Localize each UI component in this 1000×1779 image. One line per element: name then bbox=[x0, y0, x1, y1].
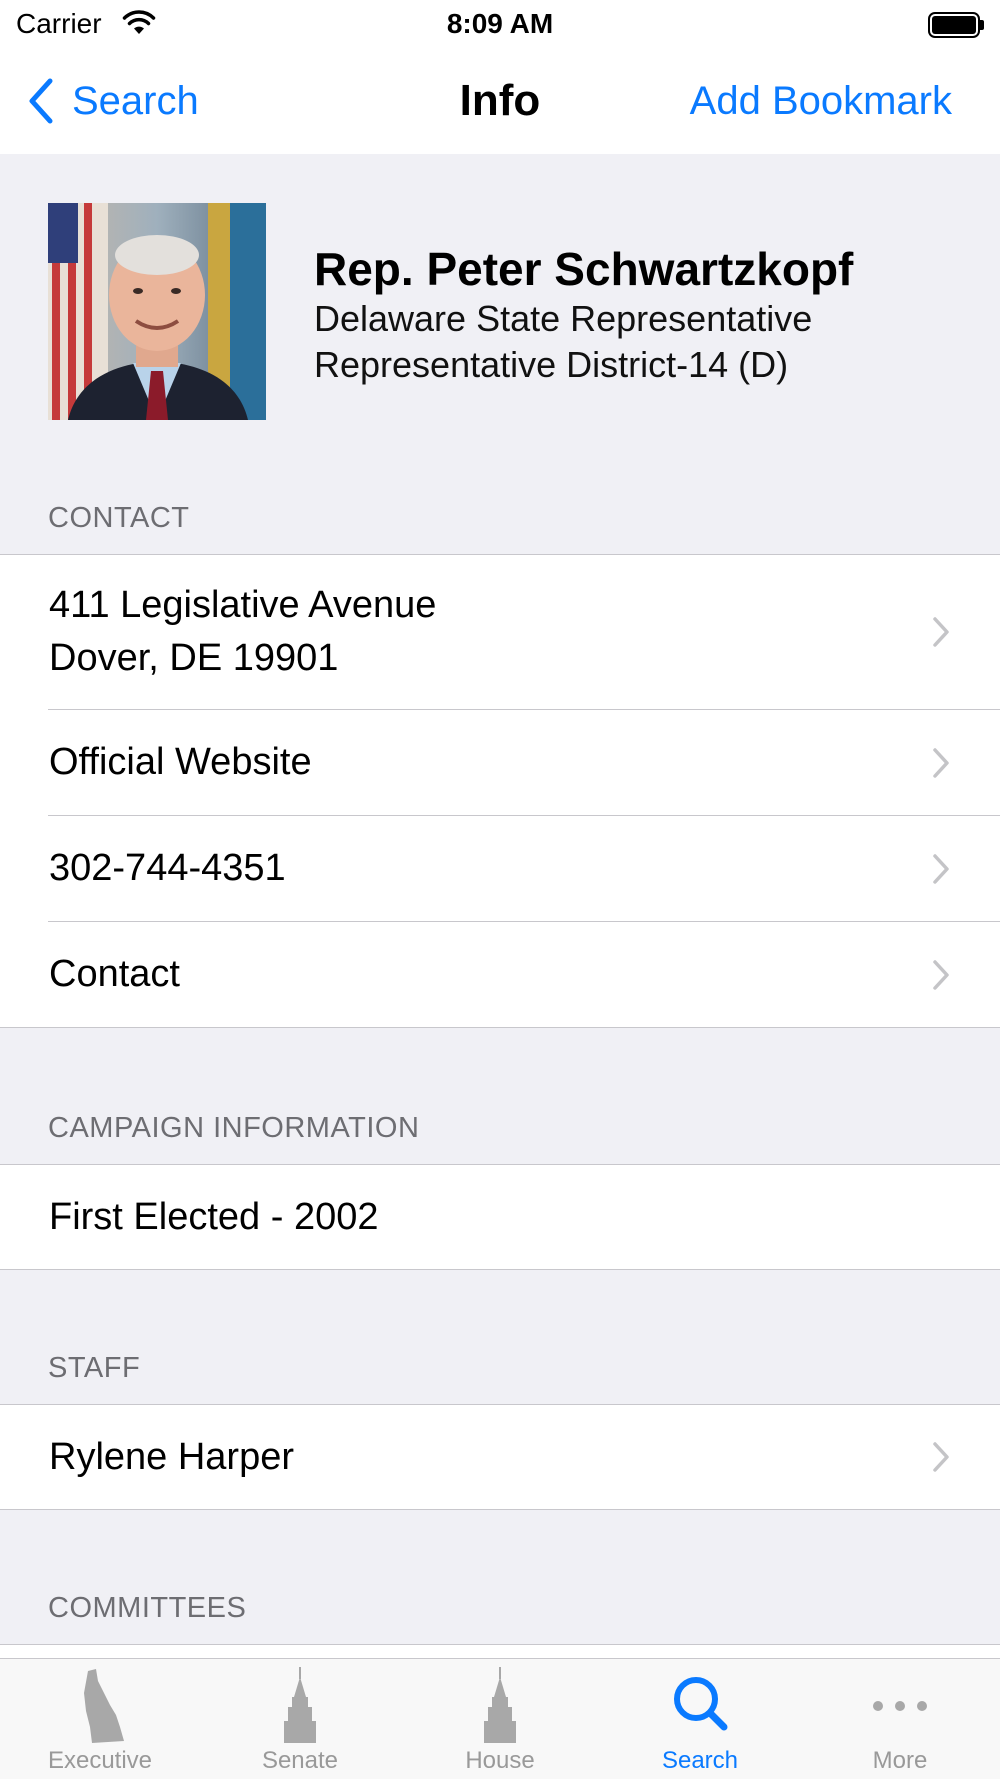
address-line-1: 411 Legislative Avenue bbox=[49, 584, 437, 626]
profile-header: Rep. Peter Schwartzkopf Delaware State R… bbox=[0, 154, 1000, 494]
tab-bar: Executive Senate House Search More bbox=[0, 1658, 1000, 1779]
representative-name: Rep. Peter Schwartzkopf bbox=[314, 243, 854, 295]
phone-row[interactable]: 302-744-4351 bbox=[0, 816, 1000, 921]
tab-search[interactable]: Search bbox=[600, 1659, 800, 1779]
battery-icon bbox=[928, 12, 980, 38]
first-elected-label: First Elected - 2002 bbox=[49, 1195, 379, 1238]
staff-member-label: Rylene Harper bbox=[49, 1435, 294, 1478]
staff-group: Rylene Harper bbox=[0, 1404, 1000, 1510]
phone-label: 302-744-4351 bbox=[49, 847, 286, 889]
tab-senate[interactable]: Senate bbox=[200, 1659, 400, 1779]
chevron-right-icon bbox=[933, 853, 949, 884]
tab-executive[interactable]: Executive bbox=[0, 1659, 200, 1779]
section-header-contact: CONTACT bbox=[48, 502, 190, 534]
add-bookmark-button[interactable]: Add Bookmark bbox=[690, 75, 952, 127]
tab-label-house: House bbox=[465, 1747, 535, 1774]
address-text: 411 Legislative Avenue Dover, DE 19901 bbox=[49, 579, 436, 685]
campaign-group: First Elected - 2002 bbox=[0, 1164, 1000, 1270]
tab-label-executive: Executive bbox=[47, 1747, 153, 1774]
capitol-tower-icon bbox=[484, 1667, 516, 1743]
representative-title: Delaware State Representative bbox=[314, 298, 813, 339]
tab-label-more: More bbox=[872, 1747, 928, 1774]
representative-district: Representative District-14 (D) bbox=[314, 344, 789, 385]
status-bar: Carrier 8:09 AM bbox=[0, 0, 1000, 50]
representative-photo bbox=[48, 203, 266, 420]
chevron-right-icon bbox=[933, 959, 949, 990]
section-header-committees: COMMITTEES bbox=[48, 1592, 247, 1624]
website-row[interactable]: Official Website bbox=[0, 710, 1000, 815]
chevron-right-icon bbox=[933, 747, 949, 778]
navigation-bar: Search Info Add Bookmark bbox=[0, 50, 1000, 154]
tab-house[interactable]: House bbox=[400, 1659, 600, 1779]
status-time: 8:09 AM bbox=[446, 8, 554, 39]
section-header-staff: STAFF bbox=[48, 1352, 141, 1384]
website-label: Official Website bbox=[49, 741, 312, 783]
address-line-2: Dover, DE 19901 bbox=[49, 637, 339, 679]
section-header-campaign: CAMPAIGN INFORMATION bbox=[48, 1112, 420, 1144]
contact-label: Contact bbox=[49, 953, 180, 995]
first-elected-row: First Elected - 2002 bbox=[0, 1165, 1000, 1269]
tab-label-senate: Senate bbox=[261, 1747, 339, 1774]
contact-group: 411 Legislative Avenue Dover, DE 19901 O… bbox=[0, 554, 1000, 1028]
delaware-state-icon bbox=[84, 1669, 124, 1743]
tab-label-search: Search bbox=[661, 1747, 739, 1774]
battery-cap bbox=[980, 20, 984, 30]
address-row[interactable]: 411 Legislative Avenue Dover, DE 19901 bbox=[0, 555, 1000, 709]
contact-row[interactable]: Contact bbox=[0, 922, 1000, 1027]
search-icon bbox=[674, 1677, 728, 1731]
more-icon bbox=[873, 1701, 927, 1711]
staff-row[interactable]: Rylene Harper bbox=[0, 1405, 1000, 1509]
chevron-right-icon bbox=[933, 617, 949, 647]
tab-more[interactable]: More bbox=[800, 1659, 1000, 1779]
capitol-tower-icon bbox=[284, 1667, 316, 1743]
chevron-right-icon bbox=[933, 1442, 949, 1472]
